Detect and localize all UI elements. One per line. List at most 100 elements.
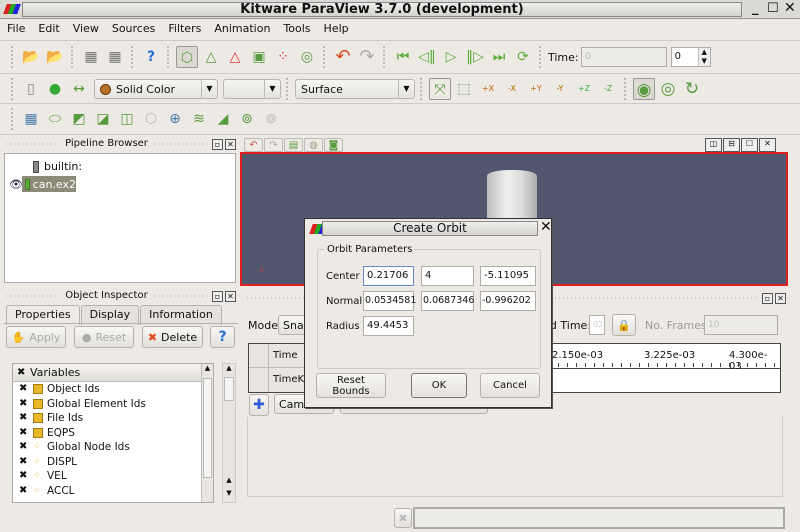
undock-icon[interactable]: ▫ xyxy=(212,291,223,302)
close-panel-icon[interactable]: ✕ xyxy=(775,293,786,304)
scroll-up-icon[interactable]: ▲ xyxy=(223,364,235,376)
color-by-dropdown[interactable]: Solid Color ▼ xyxy=(94,79,218,99)
variable-item[interactable]: ✖ ⁘ VEL xyxy=(13,469,213,484)
edit-color-map-icon[interactable]: ● xyxy=(44,78,66,100)
play-icon[interactable]: ▷ xyxy=(440,46,462,68)
view-minus-x-icon[interactable]: -X xyxy=(501,78,523,100)
checkbox-checked-icon[interactable]: ✖ xyxy=(19,413,29,423)
split-vertical-icon[interactable]: ⊟ xyxy=(723,138,740,152)
glyph-icon[interactable]: ⊕ xyxy=(164,108,186,130)
close-view-icon[interactable]: ✕ xyxy=(759,138,776,152)
split-horizontal-icon[interactable]: ◫ xyxy=(705,138,722,152)
checkbox-checked-icon[interactable]: ✖ xyxy=(19,471,29,481)
view-undo-icon[interactable]: ↶ xyxy=(244,138,263,152)
spin-arrows-icon[interactable]: ▲ ▼ xyxy=(697,48,710,66)
center-x-field[interactable]: 0.21706 xyxy=(363,266,414,286)
maximize-view-icon[interactable]: ☐ xyxy=(741,138,758,152)
view-settings-icon[interactable]: ▤ xyxy=(284,138,303,152)
menu-animation[interactable]: Animation xyxy=(207,20,276,38)
slice-icon[interactable]: ◪ xyxy=(92,108,114,130)
end-time-field[interactable]: 02 xyxy=(589,315,605,335)
clip-icon[interactable]: ◩ xyxy=(68,108,90,130)
menu-help[interactable]: Help xyxy=(317,20,355,38)
close-panel-icon[interactable]: ✕ xyxy=(225,139,236,150)
first-frame-icon[interactable]: ⏮ xyxy=(392,46,414,68)
warp-vector-icon[interactable]: ◢ xyxy=(212,108,234,130)
reset-button[interactable]: ● Reset xyxy=(74,326,134,348)
color-legend-icon[interactable]: ▯ xyxy=(20,78,42,100)
tab-properties[interactable]: Properties xyxy=(6,305,80,325)
scroll-up-icon[interactable]: ▲ xyxy=(202,364,213,376)
cancel-button[interactable]: Cancel xyxy=(480,373,540,398)
reset-center-icon[interactable]: ◎ xyxy=(657,78,679,100)
variables-scrollbar[interactable]: ▲ xyxy=(201,364,213,502)
normal-z-field[interactable]: -0.996202 xyxy=(480,291,536,311)
menu-tools[interactable]: Tools xyxy=(276,20,316,38)
select-points-frustum-icon[interactable]: ⁘ xyxy=(272,46,294,68)
disconnect-server-icon[interactable]: ▦ xyxy=(104,46,126,68)
radius-field[interactable]: 49.4453 xyxy=(363,316,414,336)
zoom-to-box-icon[interactable]: ⬚ xyxy=(453,78,475,100)
time-step-spinbox[interactable]: 0 ▲ ▼ xyxy=(670,47,711,67)
minimize-icon[interactable]: _ xyxy=(752,1,759,16)
menu-filters[interactable]: Filters xyxy=(161,20,207,38)
last-frame-icon[interactable]: ⏭ xyxy=(488,46,510,68)
select-cells-frustum-icon[interactable]: ▣ xyxy=(248,46,270,68)
time-field[interactable]: 0 xyxy=(580,47,667,67)
variable-item[interactable]: ✖ EQPS xyxy=(13,426,213,441)
view-plus-z-icon[interactable]: +Z xyxy=(573,78,595,100)
open-file-icon[interactable]: 📂 xyxy=(20,46,42,68)
threshold-icon[interactable]: ◫ xyxy=(116,108,138,130)
variables-header[interactable]: ✖ Variables xyxy=(13,364,201,382)
apply-button[interactable]: ✋ Apply xyxy=(6,326,66,348)
undock-icon[interactable]: ▫ xyxy=(762,293,773,304)
center-z-field[interactable]: -5.11095 xyxy=(480,266,536,286)
tab-display[interactable]: Display xyxy=(80,305,140,325)
load-state-icon[interactable]: 📂 xyxy=(44,46,66,68)
close-icon[interactable]: ✕ xyxy=(784,0,796,16)
undo-icon[interactable]: ↶ xyxy=(332,46,354,68)
select-cells-surface-icon[interactable]: △ xyxy=(200,46,222,68)
undock-icon[interactable]: ▫ xyxy=(212,139,223,150)
checkbox-checked-icon[interactable]: ✖ xyxy=(19,456,29,467)
variable-item[interactable]: ✖ Global Element Ids xyxy=(13,397,213,412)
variable-item[interactable]: ✖ File Ids xyxy=(13,411,213,426)
inspector-scrollbar[interactable]: ▲ ▲ ▼ xyxy=(222,363,236,503)
menu-edit[interactable]: Edit xyxy=(31,20,65,38)
center-y-field[interactable]: 4 xyxy=(421,266,474,286)
normal-x-field[interactable]: 0.0534581 xyxy=(363,291,416,311)
view-plus-y-icon[interactable]: +Y xyxy=(525,78,547,100)
checkbox-checked-icon[interactable]: ✖ xyxy=(19,485,29,496)
variable-item[interactable]: ✖ Object Ids xyxy=(13,382,213,397)
frames-spinbox[interactable]: 10 xyxy=(704,315,778,335)
checkbox-checked-icon[interactable]: ✖ xyxy=(17,367,27,378)
calculator-icon[interactable]: ▦ xyxy=(20,108,42,130)
color-component-dropdown[interactable]: ▼ xyxy=(223,79,281,99)
view-minus-y-icon[interactable]: -Y xyxy=(549,78,571,100)
previous-frame-icon[interactable]: ◁‖ xyxy=(416,46,438,68)
menu-view[interactable]: View xyxy=(66,20,105,38)
show-center-icon[interactable]: ◉ xyxy=(633,78,655,100)
delete-button[interactable]: ✖ Delete xyxy=(142,326,203,348)
next-frame-icon[interactable]: ‖▷ xyxy=(464,46,486,68)
pipeline-item-builtin[interactable]: builtin: xyxy=(33,160,82,173)
menu-file[interactable]: File xyxy=(0,20,31,38)
group-datasets-icon[interactable]: ⊚ xyxy=(236,108,258,130)
scroll-thumb[interactable] xyxy=(224,377,234,401)
view-redo-icon[interactable]: ↷ xyxy=(264,138,283,152)
connect-server-icon[interactable]: ▦ xyxy=(80,46,102,68)
maximize-icon[interactable]: ☐ xyxy=(767,1,779,16)
extract-subset-icon[interactable]: ⬡ xyxy=(140,108,162,130)
normal-y-field[interactable]: 0.0687346 xyxy=(421,291,474,311)
lock-end-time-icon[interactable]: 🔒 xyxy=(612,314,636,336)
checkbox-checked-icon[interactable]: ✖ xyxy=(19,442,29,452)
view-minus-z-icon[interactable]: -Z xyxy=(597,78,619,100)
help-button[interactable]: ? xyxy=(210,326,235,348)
variable-item[interactable]: ✖ ⁘ Global Node Ids xyxy=(13,440,213,455)
representation-dropdown[interactable]: Surface ▼ xyxy=(295,79,415,99)
help-icon[interactable]: ? xyxy=(140,46,162,68)
rescale-range-icon[interactable]: ↔ xyxy=(68,78,90,100)
select-block-icon[interactable]: ◎ xyxy=(296,46,318,68)
loop-icon[interactable]: ⟳ xyxy=(512,46,534,68)
scroll-down-icon[interactable]: ▼ xyxy=(223,489,235,501)
